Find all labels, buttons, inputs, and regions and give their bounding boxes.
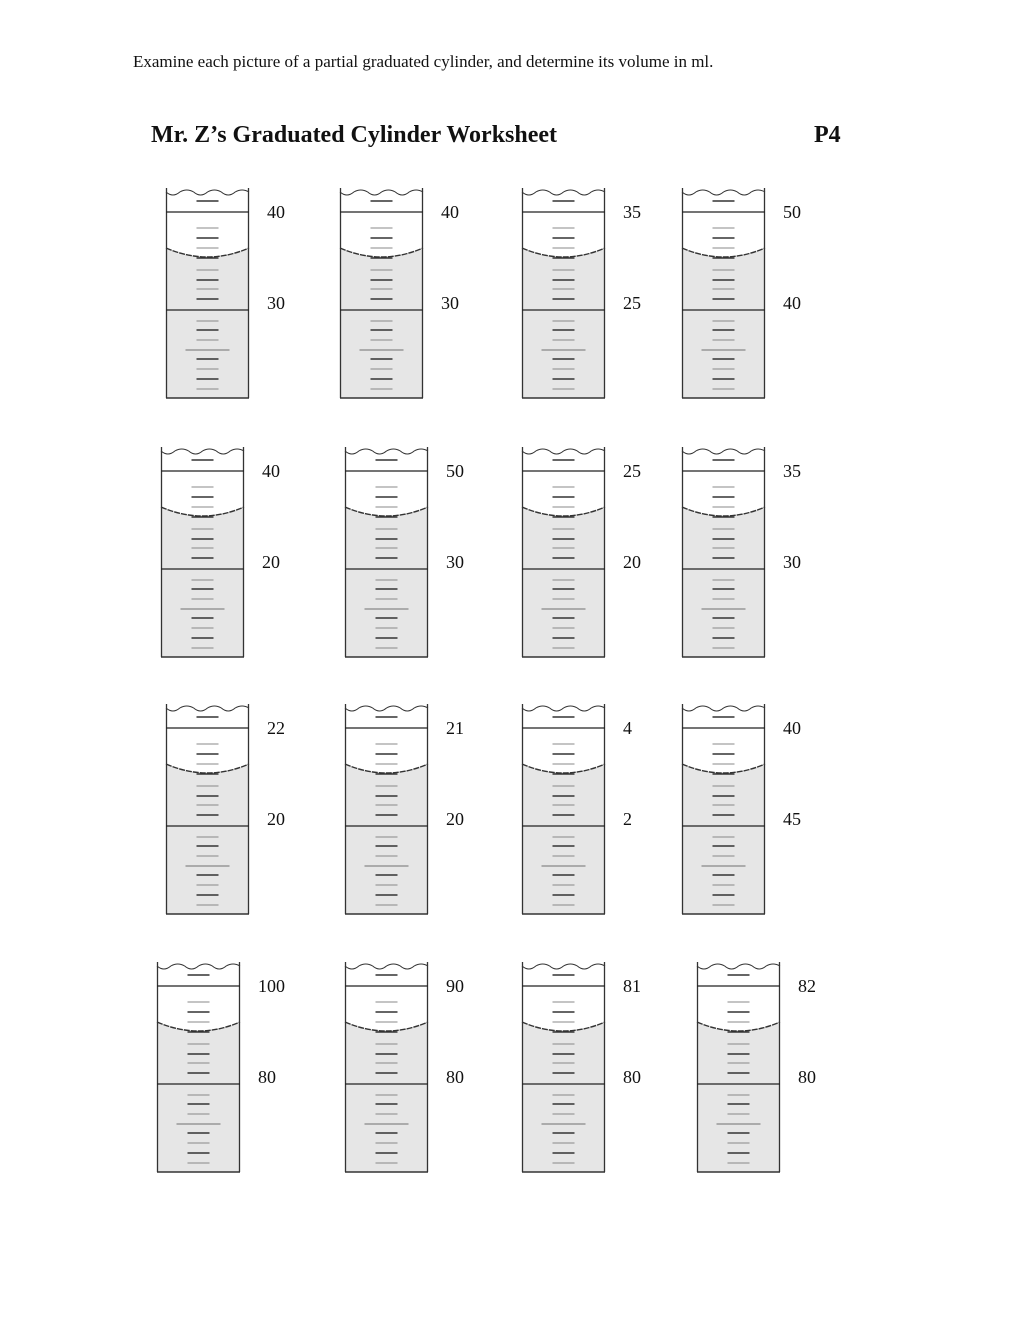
worksheet-title: Mr. Z’s Graduated Cylinder Worksheet: [151, 122, 558, 148]
graduated-cylinder: [344, 962, 429, 1174]
cylinder-drawing: [165, 188, 250, 399]
cylinder-drawing: [696, 962, 781, 1173]
torn-top-edge: [521, 189, 606, 196]
torn-top-edge: [165, 189, 250, 196]
top-scale-label: 40: [262, 461, 280, 481]
cylinder-drawing: [156, 962, 241, 1173]
top-scale-label: 100: [258, 976, 285, 996]
top-scale-label: 50: [446, 461, 464, 481]
mid-scale-label: 20: [623, 552, 641, 572]
torn-top-edge: [344, 963, 429, 970]
top-scale-label: 35: [783, 461, 801, 481]
graduated-cylinder: [344, 447, 429, 659]
top-scale-label: 22: [267, 718, 285, 738]
graduated-cylinder: [160, 447, 245, 659]
top-scale-label: 40: [783, 718, 801, 738]
torn-top-edge: [681, 189, 766, 196]
torn-top-edge: [521, 963, 606, 970]
mid-scale-label: 80: [623, 1067, 641, 1087]
mid-scale-label: 80: [798, 1067, 816, 1087]
top-scale-label: 21: [446, 718, 464, 738]
graduated-cylinder: [339, 188, 424, 400]
cylinder-drawing: [681, 704, 766, 915]
graduated-cylinder: [521, 447, 606, 659]
cylinder-drawing: [681, 188, 766, 399]
top-scale-label: 4: [623, 718, 632, 738]
graduated-cylinder: [521, 962, 606, 1174]
graduated-cylinder: [521, 188, 606, 400]
top-scale-label: 82: [798, 976, 816, 996]
torn-top-edge: [521, 705, 606, 712]
cylinder-drawing: [521, 704, 606, 915]
mid-scale-label: 20: [262, 552, 280, 572]
mid-scale-label: 80: [258, 1067, 276, 1087]
torn-top-edge: [339, 189, 424, 196]
torn-top-edge: [344, 448, 429, 455]
cylinder-drawing: [344, 704, 429, 915]
cylinder-drawing: [165, 704, 250, 915]
mid-scale-label: 20: [267, 809, 285, 829]
torn-top-edge: [521, 448, 606, 455]
cylinder-drawing: [344, 962, 429, 1173]
cylinder-drawing: [339, 188, 424, 399]
top-scale-label: 50: [783, 202, 801, 222]
graduated-cylinder: [681, 704, 766, 916]
torn-top-edge: [165, 705, 250, 712]
torn-top-edge: [156, 963, 241, 970]
mid-scale-label: 2: [623, 809, 632, 829]
mid-scale-label: 30: [783, 552, 801, 572]
top-scale-label: 81: [623, 976, 641, 996]
mid-scale-label: 25: [623, 293, 641, 313]
torn-top-edge: [696, 963, 781, 970]
top-scale-label: 90: [446, 976, 464, 996]
torn-top-edge: [681, 705, 766, 712]
top-scale-label: 40: [267, 202, 285, 222]
cylinder-drawing: [521, 447, 606, 658]
torn-top-edge: [681, 448, 766, 455]
mid-scale-label: 45: [783, 809, 801, 829]
instructions-text: Examine each picture of a partial gradua…: [133, 52, 714, 71]
mid-scale-label: 80: [446, 1067, 464, 1087]
graduated-cylinder: [521, 704, 606, 916]
mid-scale-label: 40: [783, 293, 801, 313]
top-scale-label: 40: [441, 202, 459, 222]
mid-scale-label: 30: [267, 293, 285, 313]
top-scale-label: 25: [623, 461, 641, 481]
graduated-cylinder: [165, 188, 250, 400]
page-id: P4: [814, 122, 841, 148]
graduated-cylinder: [344, 704, 429, 916]
graduated-cylinder: [165, 704, 250, 916]
torn-top-edge: [344, 705, 429, 712]
cylinder-drawing: [521, 962, 606, 1173]
mid-scale-label: 20: [446, 809, 464, 829]
graduated-cylinder: [156, 962, 241, 1174]
cylinder-drawing: [344, 447, 429, 658]
cylinder-drawing: [681, 447, 766, 658]
cylinder-drawing: [521, 188, 606, 399]
top-scale-label: 35: [623, 202, 641, 222]
graduated-cylinder: [681, 447, 766, 659]
graduated-cylinder: [681, 188, 766, 400]
mid-scale-label: 30: [441, 293, 459, 313]
mid-scale-label: 30: [446, 552, 464, 572]
cylinder-drawing: [160, 447, 245, 658]
torn-top-edge: [160, 448, 245, 455]
graduated-cylinder: [696, 962, 781, 1174]
